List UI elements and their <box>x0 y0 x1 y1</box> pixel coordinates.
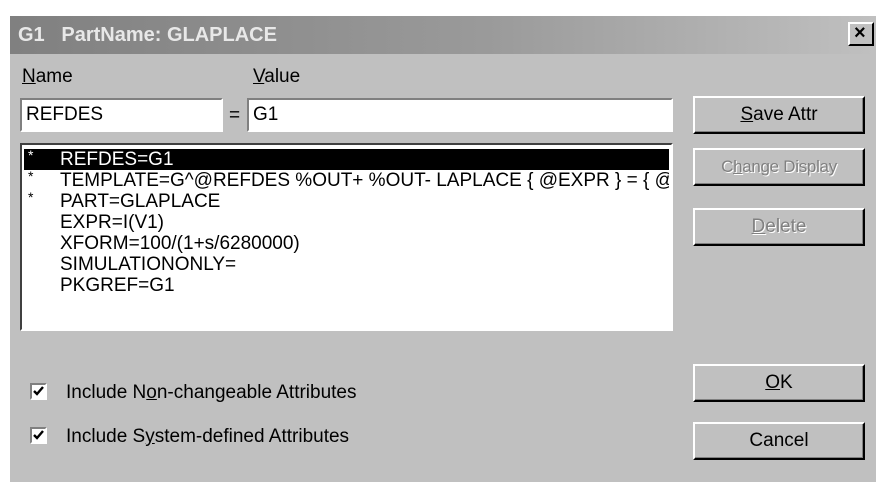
checkmark-icon <box>33 430 44 440</box>
window-title: G1 PartName: GLAPLACE <box>18 24 277 46</box>
value-label: Value <box>253 66 301 87</box>
delete-button[interactable]: Delete <box>693 208 865 246</box>
list-item[interactable]: SIMULATIONONLY= <box>24 254 669 275</box>
noncheck-label[interactable]: Include Non-changeable Attributes <box>66 382 357 404</box>
list-item[interactable]: EXPR=I(V1) <box>24 212 669 233</box>
ok-button[interactable]: OK <box>693 364 865 402</box>
change-display-button[interactable]: Change Display <box>693 148 865 186</box>
cancel-button[interactable]: Cancel <box>693 422 865 460</box>
attribute-dialog: G1 PartName: GLAPLACE × Name Value = *RE… <box>10 16 876 482</box>
attribute-list[interactable]: * REFDES=G1 * TEMPLATE=G^@REFDES %OUT+ %OU… <box>20 143 673 331</box>
list-item[interactable]: * REFDES=G1 <box>24 149 669 170</box>
close-icon: × <box>854 22 866 44</box>
name-field[interactable] <box>20 98 223 132</box>
equals-sign: = <box>229 105 241 126</box>
list-item[interactable]: XFORM=100/(1+s/6280000) <box>24 233 669 254</box>
close-button[interactable]: × <box>848 22 874 46</box>
name-input[interactable] <box>22 100 221 130</box>
value-field[interactable] <box>247 98 673 132</box>
list-item[interactable]: PKGREF=G1 <box>24 275 669 296</box>
system-defined-label[interactable]: Include System-defined Attributes <box>66 426 349 448</box>
list-item[interactable]: * PART=GLAPLACE <box>24 191 669 212</box>
checkmark-icon <box>33 386 44 396</box>
value-input[interactable] <box>249 100 671 130</box>
system-defined-checkbox[interactable] <box>30 427 47 444</box>
title-bar[interactable]: G1 PartName: GLAPLACE × <box>10 16 876 54</box>
save-attr-button[interactable]: Save Attr <box>693 96 865 134</box>
noncheck-checkbox[interactable] <box>30 383 47 400</box>
list-item[interactable]: * TEMPLATE=G^@REFDES %OUT+ %OUT- LAPLACE … <box>24 170 669 191</box>
name-label: Name <box>22 66 73 87</box>
